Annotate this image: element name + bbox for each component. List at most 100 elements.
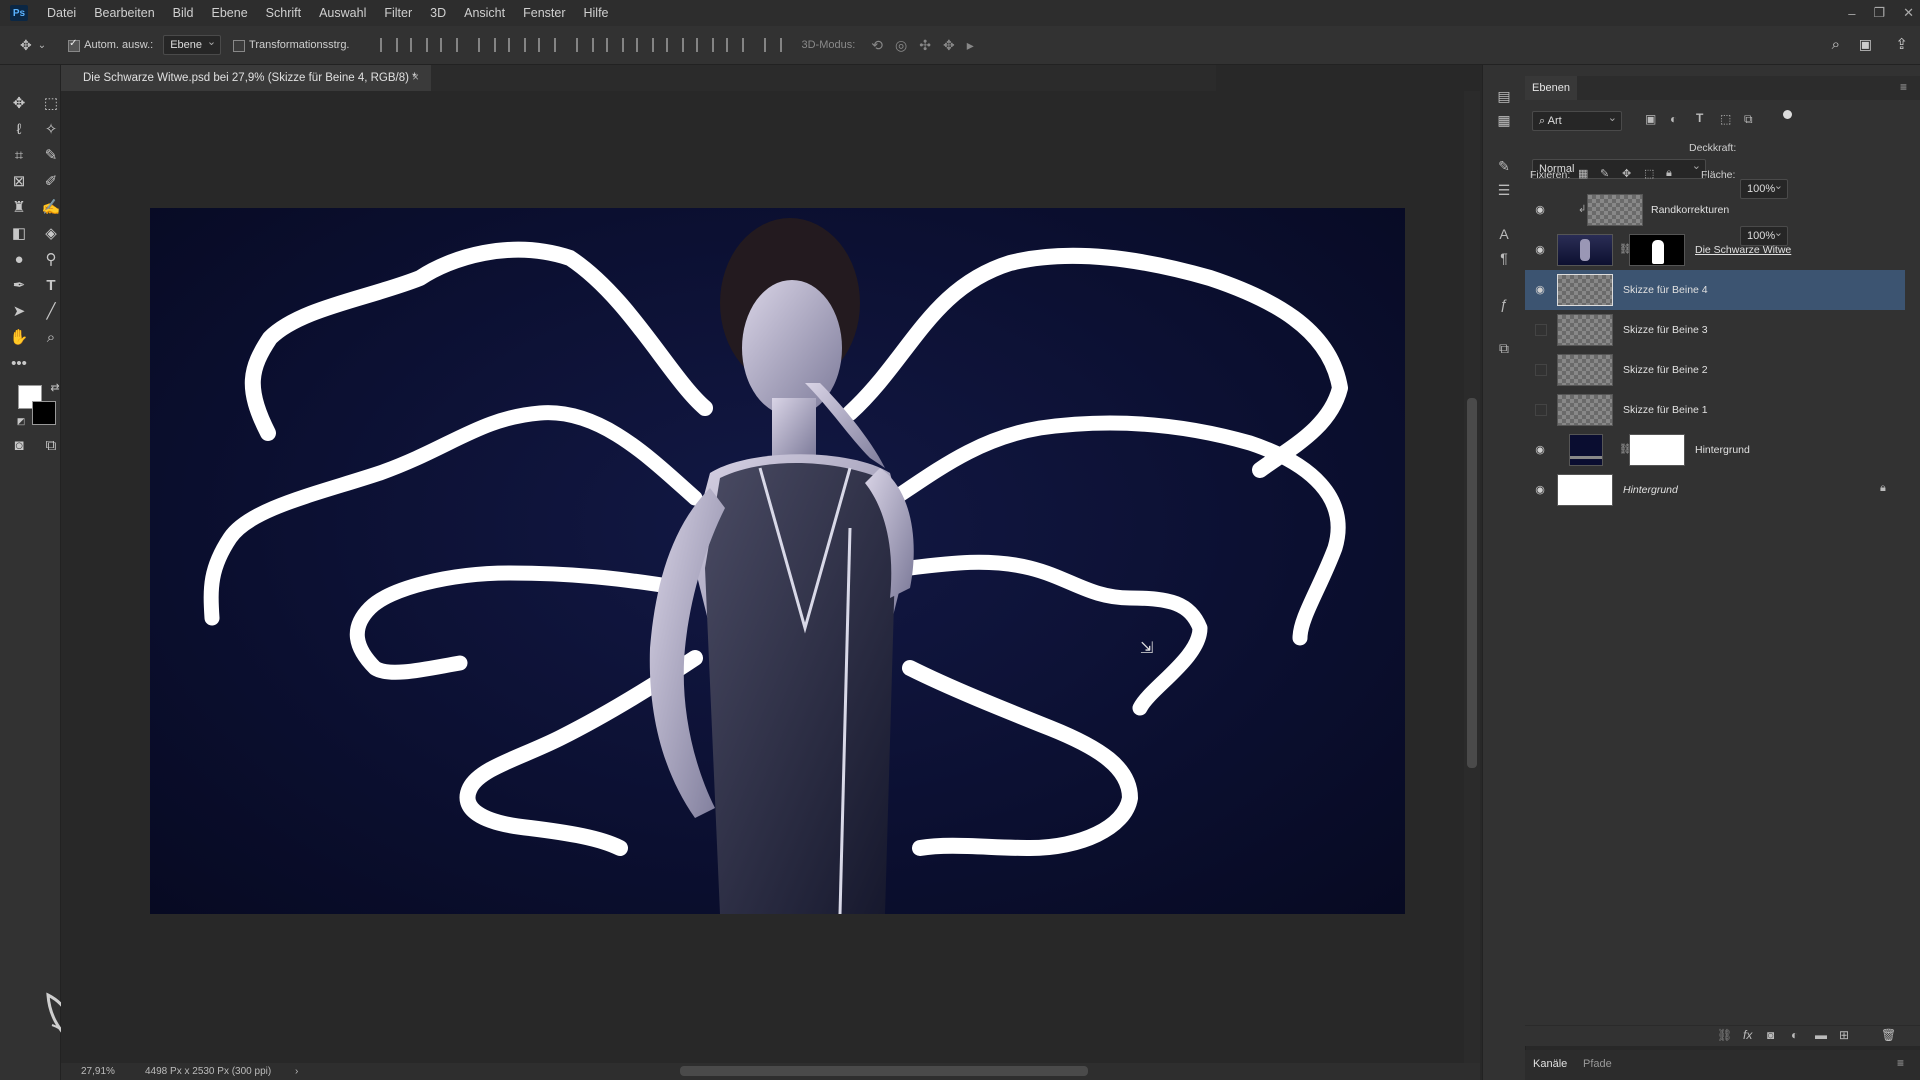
eye-hidden-box[interactable] [1535, 364, 1547, 376]
distribute-top-icon[interactable] [575, 38, 594, 52]
eye-icon[interactable]: ◉ [1533, 283, 1547, 297]
filter-adjustment-icon[interactable]: ◐ [1670, 112, 1677, 126]
distribute-left-icon[interactable] [665, 38, 684, 52]
eye-icon[interactable]: ◉ [1533, 483, 1547, 497]
layer-mask-thumbnail[interactable] [1629, 234, 1685, 266]
more-tools-icon[interactable]: ••• [8, 353, 30, 373]
line-tool-icon[interactable]: ╱ [40, 301, 62, 321]
lock-pixels-icon[interactable]: ✎ [1600, 167, 1609, 180]
lock-artboard-icon[interactable]: ⬚ [1644, 167, 1654, 180]
zoom-level[interactable]: 27,91% [81, 1063, 115, 1080]
background-color-swatch[interactable] [32, 401, 56, 425]
menu-auswahl[interactable]: Auswahl [310, 0, 375, 26]
brush-settings-icon[interactable]: ✎ [1495, 157, 1513, 175]
3d-scale-icon[interactable]: ▸ [967, 37, 974, 54]
align-vcenter-icon[interactable] [409, 38, 428, 52]
new-group-icon[interactable]: ▬ [1815, 1028, 1827, 1042]
menu-hilfe[interactable]: Hilfe [575, 0, 618, 26]
distribute-hcenter-icon[interactable] [695, 38, 714, 52]
distribute-bottom-icon[interactable] [635, 38, 654, 52]
auto-select-checkbox[interactable] [68, 38, 84, 52]
auto-select-dropdown[interactable]: Ebene [163, 33, 222, 55]
distribute-vcenter-icon[interactable] [605, 38, 624, 52]
lock-position-icon[interactable]: ✥ [1622, 167, 1631, 180]
layer-row[interactable]: ◉ ⛓ Die Schwarze Witwe [1525, 230, 1905, 270]
auto-align-icon[interactable] [763, 38, 782, 52]
menu-ansicht[interactable]: Ansicht [455, 0, 514, 26]
history-brush-tool-icon[interactable]: ✍ [40, 197, 62, 217]
3d-pan-icon[interactable]: ✣ [919, 37, 931, 54]
3d-rotate-icon[interactable]: ⟲ [871, 37, 883, 54]
path-select-tool-icon[interactable]: ➤ [8, 301, 30, 321]
link-layers-icon[interactable]: ⛓ [1717, 1028, 1732, 1042]
align-bottom-icon[interactable] [439, 38, 458, 52]
eye-icon[interactable]: ◉ [1533, 443, 1547, 457]
crop-tool-icon[interactable]: ⌗ [8, 145, 30, 165]
zoom-tool-icon[interactable]: ⌕ [40, 327, 62, 347]
trash-icon[interactable]: 🗑︎ [1881, 1028, 1896, 1042]
paragraph-icon[interactable]: ¶ [1495, 249, 1513, 267]
brush-tool-icon[interactable]: ✐ [40, 171, 62, 191]
histogram-icon[interactable]: ▦ [1495, 111, 1513, 129]
layer-mask-thumbnail[interactable] [1629, 434, 1685, 466]
chevron-down-icon[interactable]: ⌄ [38, 40, 46, 51]
styles-icon[interactable]: ƒ [1495, 295, 1513, 313]
blur-tool-icon[interactable]: ● [8, 249, 30, 269]
status-menu-arrow[interactable]: › [295, 1063, 298, 1080]
horizontal-scrollbar-thumb[interactable] [680, 1066, 1088, 1076]
eye-icon[interactable]: ◉ [1533, 203, 1547, 217]
panel-menu-icon[interactable]: ≡ [1897, 1056, 1904, 1070]
stamp-tool-icon[interactable]: ♜ [8, 197, 30, 217]
adjustment-layer-icon[interactable]: ◐ [1791, 1028, 1798, 1042]
fx-icon[interactable]: fx [1743, 1028, 1752, 1042]
lock-transparent-icon[interactable]: ▦ [1578, 167, 1588, 180]
magic-wand-tool-icon[interactable]: ✧ [40, 119, 62, 139]
lock-all-icon[interactable]: 🔒︎ [1666, 167, 1672, 180]
menu-schrift[interactable]: Schrift [257, 0, 310, 26]
type-tool-icon[interactable]: T [40, 275, 62, 295]
eraser-tool-icon[interactable]: ◧ [8, 223, 30, 243]
marquee-tool-icon[interactable]: ⬚ [40, 93, 62, 113]
lasso-tool-icon[interactable]: ℓ [8, 119, 30, 139]
panel-menu-icon[interactable]: ≡ [1900, 80, 1907, 94]
solid-color-thumbnail[interactable] [1569, 434, 1603, 466]
layer-row[interactable]: Skizze für Beine 3 [1525, 310, 1905, 350]
eye-hidden-box[interactable] [1535, 324, 1547, 336]
filter-toggle-icon[interactable] [1783, 110, 1792, 119]
transform-controls-checkbox[interactable] [233, 38, 249, 52]
move-tool-icon[interactable]: ✥ [20, 37, 32, 54]
add-mask-icon[interactable]: ◙ [1767, 1028, 1774, 1042]
menu-fenster[interactable]: Fenster [514, 0, 574, 26]
document-canvas[interactable]: ⇲ [150, 208, 1405, 914]
menu-filter[interactable]: Filter [375, 0, 421, 26]
tab-paths[interactable]: Pfade [1583, 1058, 1612, 1070]
bucket-tool-icon[interactable]: ◈ [40, 223, 62, 243]
quick-mask-icon[interactable]: ◙ [8, 435, 30, 455]
menu-bild[interactable]: Bild [164, 0, 203, 26]
menu-ebene[interactable]: Ebene [203, 0, 257, 26]
tab-channels[interactable]: Kanäle [1533, 1058, 1567, 1070]
screen-mode-icon[interactable]: ⧉ [40, 435, 62, 455]
layer-row[interactable]: Skizze für Beine 1 [1525, 390, 1905, 430]
new-layer-icon[interactable]: ⊞ [1839, 1028, 1849, 1042]
align-top-icon[interactable] [379, 38, 398, 52]
layer-row[interactable]: ◉ ↲ Randkorrekturen [1525, 190, 1905, 230]
filter-pixel-icon[interactable]: ▣ [1645, 112, 1656, 126]
vertical-scrollbar-thumb[interactable] [1467, 398, 1477, 768]
share-icon[interactable]: ⇪ [1895, 35, 1908, 53]
frame-tool-icon[interactable]: ⊠ [8, 171, 30, 191]
menu-datei[interactable]: Datei [38, 0, 85, 26]
3d-slide-icon[interactable]: ✥ [943, 37, 955, 54]
adjustments-icon[interactable]: ☰ [1495, 181, 1513, 199]
filter-smartobject-icon[interactable]: ⧉ [1744, 112, 1753, 127]
align-right-icon[interactable] [537, 38, 556, 52]
hand-tool-icon[interactable]: ✋ [8, 327, 30, 347]
align-hcenter-icon[interactable] [507, 38, 526, 52]
default-colors-icon[interactable]: ◩ [10, 411, 32, 431]
move-tool-icon[interactable]: ✥ [8, 93, 30, 113]
filter-shape-icon[interactable]: ⬚ [1720, 112, 1731, 126]
lock-icon[interactable]: 🔒︎ [1880, 482, 1886, 495]
layer-filter-dropdown[interactable]: ⌕ Art [1532, 109, 1622, 131]
menu-bearbeiten[interactable]: Bearbeiten [85, 0, 163, 26]
character-icon[interactable]: A [1495, 225, 1513, 243]
